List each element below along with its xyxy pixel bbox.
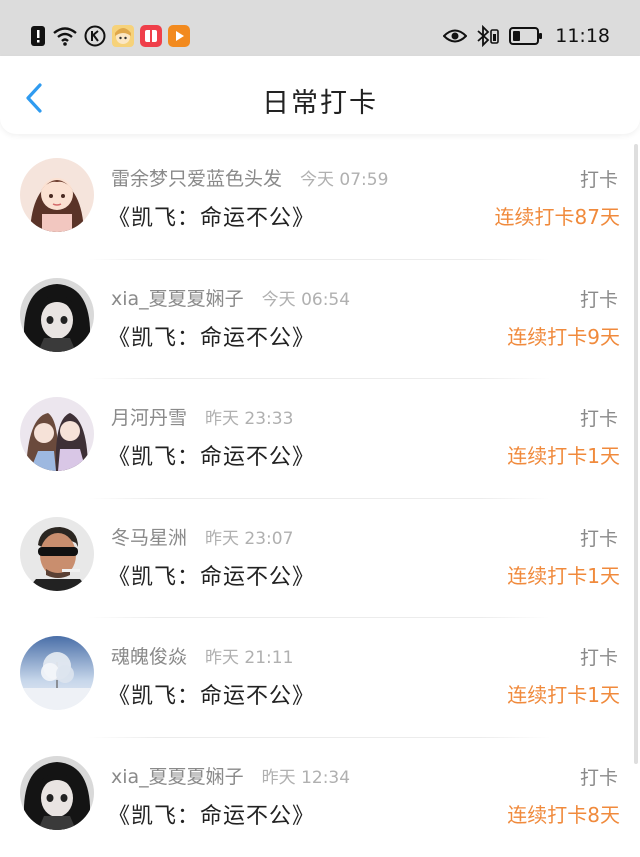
checkin-time: 今天 07:59	[300, 165, 388, 190]
list-item[interactable]: xia_夏夏夏娴子 昨天 12:34 《凯飞：命运不公》 打卡 连续打卡8天	[0, 738, 640, 857]
item-meta: 魂魄俊焱 昨天 21:11	[111, 642, 293, 669]
user-name[interactable]: xia_夏夏夏娴子	[111, 762, 244, 789]
page-title: 日常打卡	[0, 81, 640, 120]
checkin-action-label: 打卡	[580, 763, 618, 790]
list-item[interactable]: xia_夏夏夏娴子 今天 06:54 《凯飞：命运不公》 打卡 连续打卡9天	[0, 260, 640, 380]
list-item[interactable]: 魂魄俊焱 昨天 21:11 《凯飞：命运不公》 打卡 连续打卡1天	[0, 618, 640, 738]
list-item[interactable]: 冬马星洲 昨天 23:07 《凯飞：命运不公》 打卡 连续打卡1天	[0, 499, 640, 619]
status-left-icons	[30, 22, 190, 50]
bluetooth-icon	[475, 25, 501, 47]
streak-count: 连续打卡9天	[507, 321, 620, 350]
app-avatar-icon	[112, 25, 134, 47]
item-meta: 月河丹雪 昨天 23:33	[111, 403, 293, 430]
user-name[interactable]: 雷余梦只爱蓝色头发	[111, 164, 282, 191]
list-item[interactable]: 月河丹雪 昨天 23:33 《凯飞：命运不公》 打卡 连续打卡1天	[0, 379, 640, 499]
list-item[interactable]: 雷余梦只爱蓝色头发 今天 07:59 《凯飞：命运不公》 打卡 连续打卡87天	[0, 140, 640, 260]
book-title: 《凯飞：命运不公》	[108, 320, 315, 352]
user-name[interactable]: xia_夏夏夏娴子	[111, 284, 244, 311]
streak-count: 连续打卡8天	[507, 799, 620, 828]
book-title: 《凯飞：命运不公》	[108, 678, 315, 710]
eye-icon	[443, 27, 467, 45]
avatar[interactable]	[20, 517, 94, 591]
checkin-time: 昨天 21:11	[205, 643, 293, 668]
avatar[interactable]	[20, 756, 94, 830]
streak-count: 连续打卡87天	[495, 201, 620, 230]
checkin-time: 昨天 23:33	[205, 404, 293, 429]
wifi-icon	[52, 25, 78, 47]
checkin-action-label: 打卡	[580, 285, 618, 312]
alert-icon	[30, 25, 46, 47]
book-title: 《凯飞：命运不公》	[108, 798, 315, 830]
red-book-icon	[140, 25, 162, 47]
status-right-icons: 11:18	[443, 22, 610, 50]
battery-icon	[509, 26, 543, 46]
avatar[interactable]	[20, 397, 94, 471]
checkin-action-label: 打卡	[580, 165, 618, 192]
user-name[interactable]: 冬马星洲	[111, 523, 187, 550]
scrollbar[interactable]	[634, 144, 638, 764]
checkin-list: 雷余梦只爱蓝色头发 今天 07:59 《凯飞：命运不公》 打卡 连续打卡87天 …	[0, 140, 640, 857]
book-title: 《凯飞：命运不公》	[108, 200, 315, 232]
book-title: 《凯飞：命运不公》	[108, 559, 315, 591]
avatar[interactable]	[20, 158, 94, 232]
avatar[interactable]	[20, 278, 94, 352]
book-title: 《凯飞：命运不公》	[108, 439, 315, 471]
k-badge-icon	[84, 25, 106, 47]
checkin-time: 今天 06:54	[262, 285, 350, 310]
item-meta: xia_夏夏夏娴子 昨天 12:34	[111, 762, 350, 789]
status-bar: 11:18	[0, 0, 640, 56]
checkin-action-label: 打卡	[580, 643, 618, 670]
checkin-action-label: 打卡	[580, 404, 618, 431]
user-name[interactable]: 月河丹雪	[111, 403, 187, 430]
streak-count: 连续打卡1天	[507, 679, 620, 708]
streak-count: 连续打卡1天	[507, 440, 620, 469]
status-time: 11:18	[555, 25, 610, 47]
user-name[interactable]: 魂魄俊焱	[111, 642, 187, 669]
checkin-time: 昨天 12:34	[262, 763, 350, 788]
item-meta: 雷余梦只爱蓝色头发 今天 07:59	[111, 164, 388, 191]
nav-header: 日常打卡	[0, 56, 640, 134]
item-meta: xia_夏夏夏娴子 今天 06:54	[111, 284, 350, 311]
checkin-time: 昨天 23:07	[205, 524, 293, 549]
item-meta: 冬马星洲 昨天 23:07	[111, 523, 293, 550]
avatar[interactable]	[20, 636, 94, 710]
checkin-action-label: 打卡	[580, 524, 618, 551]
streak-count: 连续打卡1天	[507, 560, 620, 589]
video-play-icon	[168, 25, 190, 47]
